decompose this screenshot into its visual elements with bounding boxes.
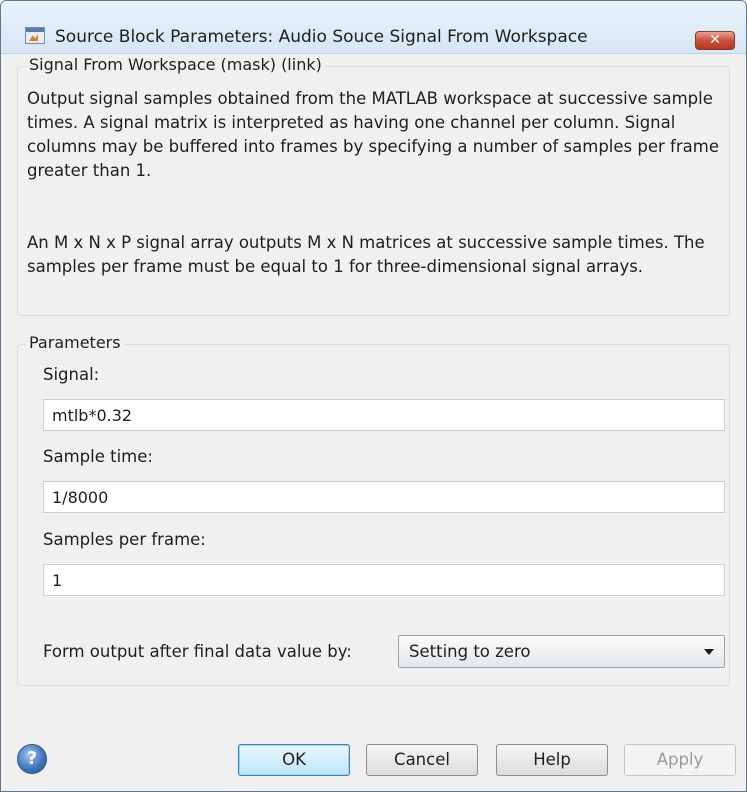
- dialog-window: Source Block Parameters: Audio Souce Sig…: [0, 0, 747, 792]
- help-question-icon[interactable]: ?: [17, 744, 47, 774]
- description-group-label: Signal From Workspace (mask) (link): [26, 55, 325, 74]
- sample-time-input[interactable]: [43, 481, 725, 513]
- dialog-content: Signal From Workspace (mask) (link) Outp…: [9, 54, 738, 791]
- simulink-block-icon: [25, 27, 45, 44]
- description-paragraph-2: An M x N x P signal array outputs M x N …: [27, 233, 705, 276]
- ok-button[interactable]: OK: [238, 744, 350, 776]
- samples-per-frame-input[interactable]: [43, 564, 725, 596]
- form-output-selected-value: Setting to zero: [409, 642, 531, 661]
- title-bar[interactable]: Source Block Parameters: Audio Souce Sig…: [1, 1, 746, 54]
- apply-button[interactable]: Apply: [624, 744, 736, 776]
- cancel-button[interactable]: Cancel: [366, 744, 478, 776]
- signal-label: Signal:: [43, 365, 100, 384]
- help-button[interactable]: Help: [496, 744, 608, 776]
- form-output-dropdown[interactable]: Setting to zero: [398, 635, 725, 668]
- chevron-down-icon[interactable]: [704, 649, 714, 655]
- description-paragraph-1: Output signal samples obtained from the …: [27, 89, 719, 180]
- samples-per-frame-label: Samples per frame:: [43, 530, 206, 549]
- parameters-group-label: Parameters: [26, 333, 124, 352]
- form-output-label: Form output after final data value by:: [43, 642, 352, 661]
- signal-input[interactable]: [43, 399, 725, 431]
- window-title: Source Block Parameters: Audio Souce Sig…: [55, 27, 588, 47]
- sample-time-label: Sample time:: [43, 447, 153, 466]
- close-button[interactable]: ✕: [695, 31, 735, 50]
